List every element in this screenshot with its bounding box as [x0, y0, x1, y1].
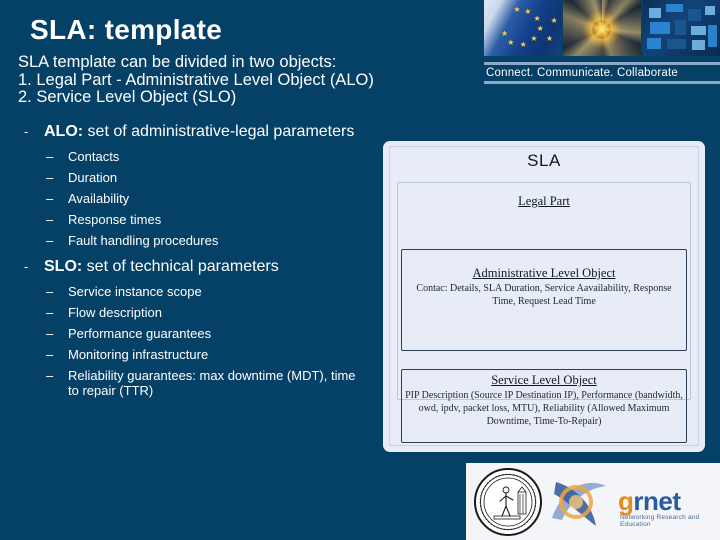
list-item: – Duration [46, 167, 368, 188]
sub-bullet-marker: – [46, 212, 54, 227]
list-item-label: Performance guarantees [68, 326, 212, 341]
diagram-label-alo-title: Administrative Level Object [472, 266, 616, 280]
list-item-label: Flow description [68, 305, 162, 320]
bullet-level1-text: ALO: set of administrative-legal paramet… [44, 122, 368, 141]
header-banner: ★ ★ ★ ★ ★ ★ ★ ★ ★ ★ [484, 0, 720, 56]
bullet-marker: - [24, 259, 29, 274]
sub-bullet-marker: – [46, 305, 54, 320]
bullet-marker: - [24, 124, 29, 139]
list-item: – Service instance scope [46, 281, 368, 302]
seal-outer-ring [480, 473, 536, 530]
bullet-level1-rest: set of technical parameters [82, 258, 279, 275]
list-item-label: Reliability guarantees: max downtime (MD… [68, 368, 356, 398]
tagline-text: Connect. Communicate. Collaborate [486, 67, 678, 79]
page-title: SLA: template [30, 14, 223, 45]
sub-bullet-marker: – [46, 170, 54, 185]
list-item-label: Monitoring infrastructure [68, 347, 209, 362]
sub-bullet-marker: – [46, 284, 54, 299]
list-item: – Fault handling procedures [46, 230, 368, 251]
glow-orb [592, 20, 611, 39]
bullet-list: - ALO: set of administrative-legal param… [18, 120, 368, 401]
sub-bullet-marker: – [46, 326, 54, 341]
list-item-label: Fault handling procedures [68, 233, 219, 248]
tagline-block: Connect. Communicate. Collaborate [484, 62, 720, 84]
list-item-label: Service instance scope [68, 284, 202, 299]
bullet-level1-rest: set of administrative-legal parameters [83, 123, 355, 140]
list-item-label: Response times [68, 212, 162, 227]
footer-logo-bar: grnet Networking Research and Education [466, 463, 720, 540]
intro-line-2: 1. Legal Part - Administrative Level Obj… [18, 70, 374, 89]
bullet-level1-bold: SLO: [44, 258, 83, 275]
sub-bullet-marker: – [46, 191, 54, 206]
sub-bullet-marker: – [46, 233, 54, 248]
intro-line-3: 2. Service Level Object (SLO) [18, 88, 237, 106]
ntua-seal-logo [474, 467, 542, 536]
grnet-letter-g: g [618, 485, 634, 516]
grnet-letters-rnet: rnet [633, 485, 681, 516]
diagram-text-alo-body: Contac: Details, SLA Duration, Service A… [416, 283, 672, 307]
bullet-level1-text: SLO: set of technical parameters [44, 257, 368, 276]
eu-flag-image: ★ ★ ★ ★ ★ ★ ★ ★ ★ ★ [484, 0, 562, 56]
grnet-logo: grnet Networking Research and Education [546, 470, 720, 534]
diagram-text-slo-body: PIP Description (Source IP Destination I… [405, 390, 683, 427]
list-item: – Reliability guarantees: max downtime (… [46, 365, 368, 401]
grnet-subtitle: Networking Research and Education [620, 513, 700, 528]
grnet-swoosh-icon [552, 481, 606, 526]
bullet-level1-slo: - SLO: set of technical parameters [18, 257, 368, 276]
list-item: – Monitoring infrastructure [46, 344, 368, 365]
diagram-label-slo-title: Service Level Object [491, 373, 597, 387]
list-item: – Performance guarantees [46, 323, 368, 344]
grnet-wordmark: grnet [618, 486, 681, 517]
diagram-label-sla: SLA [527, 151, 561, 170]
list-item: – Contacts [46, 146, 368, 167]
list-item: – Response times [46, 209, 368, 230]
intro-paragraph: SLA template can be divided in two objec… [18, 53, 468, 107]
bullet-level1-bold: ALO: [44, 123, 84, 140]
sla-diagram-panel: SLA Legal Part Administrative Level Obje… [383, 141, 705, 452]
diagram-label-legal-part: Legal Part [518, 194, 570, 208]
list-item-label: Contacts [68, 149, 120, 164]
list-item-label: Availability [68, 191, 130, 206]
sub-bullet-marker: – [46, 149, 54, 164]
sub-bullet-marker: – [46, 368, 54, 383]
intro-line-1: SLA template can be divided in two objec… [18, 53, 337, 71]
network-circuit-image [642, 0, 720, 56]
list-item-label: Duration [68, 170, 118, 185]
bullet-level1-alo: - ALO: set of administrative-legal param… [18, 122, 368, 141]
glowing-star-image [563, 0, 641, 56]
tagline-rule-bottom [484, 81, 720, 84]
sub-bullet-marker: – [46, 347, 54, 362]
list-item: – Flow description [46, 302, 368, 323]
list-item: – Availability [46, 188, 368, 209]
slide-canvas: ★ ★ ★ ★ ★ ★ ★ ★ ★ ★ Connect. Communicate… [0, 0, 720, 540]
